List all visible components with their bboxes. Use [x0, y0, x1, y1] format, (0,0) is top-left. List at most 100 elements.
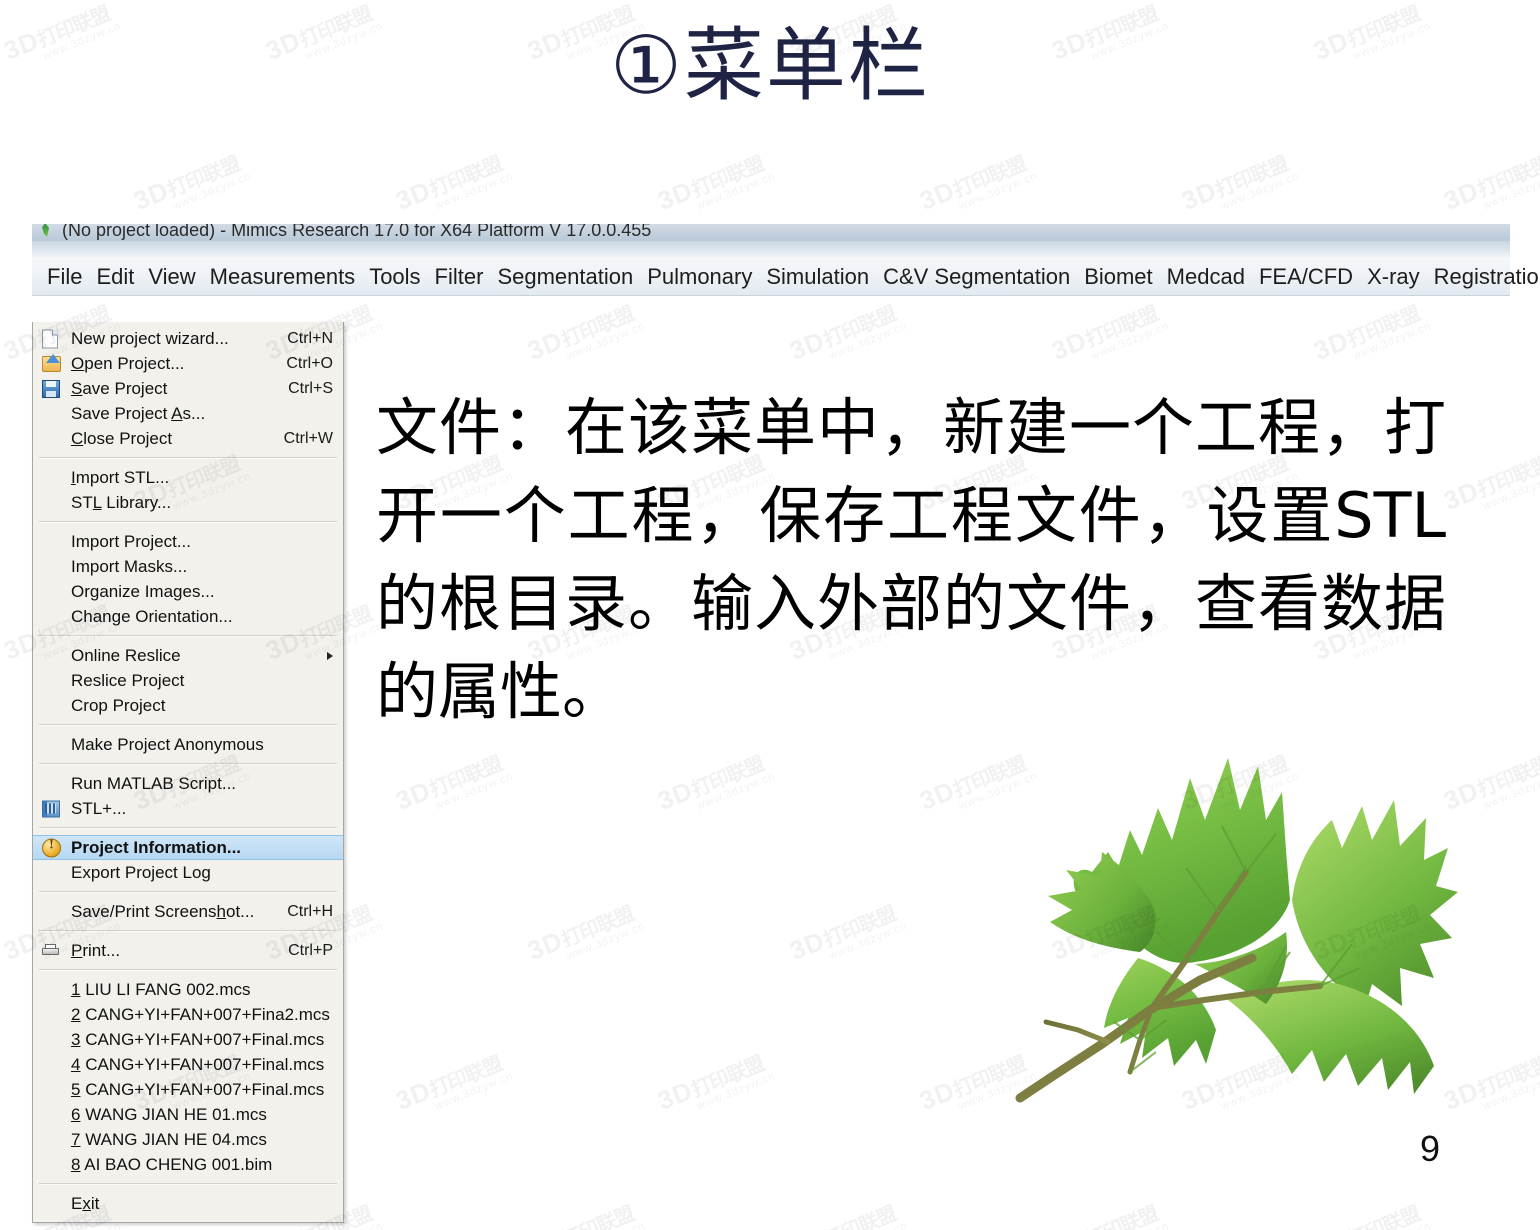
menu-item-new-project-wizard[interactable]: New project wizard... Ctrl+N [33, 326, 343, 351]
watermark-line2: www.3dzyw.cn [1481, 770, 1540, 813]
menu-item-shortcut: Ctrl+H [287, 902, 333, 920]
watermark-line1: 打印联盟 [1474, 153, 1540, 203]
menu-item-3-cang-yi-fan-007-final-mcs[interactable]: 3 CANG+YI+FAN+007+Final.mcs [33, 1027, 343, 1052]
watermark-line2: www.3dzyw.cn [827, 320, 910, 363]
menu-tools[interactable]: Tools [362, 264, 427, 290]
menu-item-run-matlab-script[interactable]: Run MATLAB Script... [33, 771, 343, 796]
menu-separator [39, 635, 337, 637]
menu-item-label: 5 CANG+YI+FAN+007+Final.mcs [71, 1079, 325, 1099]
menu-fea-cfd[interactable]: FEA/CFD [1252, 264, 1360, 290]
menu-separator [39, 763, 337, 765]
menu-bar: File Edit View Measurements Tools Filter Segme… [32, 258, 1540, 296]
menu-item-save-print-screenshot[interactable]: Save/Print Screenshot... Ctrl+H [33, 899, 343, 924]
menu-item-import-masks[interactable]: Import Masks... [33, 554, 343, 579]
menu-item-shortcut: Ctrl+S [288, 379, 333, 397]
watermark-logo: 3D [653, 174, 698, 216]
menu-medcad[interactable]: Medcad [1160, 264, 1252, 290]
menu-item-project-information[interactable]: Project Information... [33, 835, 343, 860]
menu-filter[interactable]: Filter [428, 264, 491, 290]
watermark-logo: 3D [391, 774, 436, 816]
menu-file[interactable]: File [40, 264, 89, 290]
file-menu-dropdown: New project wizard... Ctrl+N Open Project.… [32, 322, 344, 1223]
watermark-line2: www.3dzyw.cn [827, 920, 910, 963]
menu-item-label: Print... [71, 940, 121, 960]
menu-item-stl-library[interactable]: STL Library... [33, 490, 343, 515]
menu-measurements[interactable]: Measurements [203, 264, 363, 290]
menu-item-close-project[interactable]: Close Project Ctrl+W [33, 426, 343, 451]
watermark-logo: 3D [1177, 174, 1222, 216]
page-title: ①菜单栏 [610, 19, 930, 112]
mimics-application-window: (No project loaded) - Mimics Research 17… [32, 224, 1540, 320]
menu-item-5-cang-yi-fan-007-final-mcs[interactable]: 5 CANG+YI+FAN+007+Final.mcs [33, 1077, 343, 1102]
menu-simulation[interactable]: Simulation [759, 264, 876, 290]
watermark-line1: 打印联盟 [1474, 453, 1540, 503]
menu-item-label: Import Project... [71, 531, 191, 551]
menu-item-label: Save/Print Screenshot... [71, 901, 255, 921]
menu-item-reslice-project[interactable]: Reslice Project [33, 668, 343, 693]
menu-view[interactable]: View [141, 264, 202, 290]
watermark-line2: www.3dzyw.cn [1089, 1220, 1172, 1230]
menu-c-v-segmentation[interactable]: C&V Segmentation [876, 264, 1077, 290]
watermark-logo: 3D [915, 174, 960, 216]
watermark-line1: 打印联盟 [558, 903, 638, 953]
menu-item-organize-images[interactable]: Organize Images... [33, 579, 343, 604]
watermark-line1: 打印联盟 [688, 153, 768, 203]
new-document-icon [42, 329, 60, 348]
save-disk-icon [42, 379, 60, 398]
window-title-text: (No project loaded) - Mimics Research 17… [62, 224, 652, 240]
menu-item-7-wang-jian-he-04-mcs[interactable]: 7 WANG JIAN HE 04.mcs [33, 1127, 343, 1152]
menu-item-label: Crop Project [71, 695, 166, 715]
watermark-tile: 3D打印联盟www.3dzyw.cn [915, 146, 1040, 226]
menu-item-change-orientation[interactable]: Change Orientation... [33, 604, 343, 629]
menu-item-online-reslice[interactable]: Online Reslice [33, 643, 343, 668]
menu-item-open-project[interactable]: Open Project... Ctrl+O [33, 351, 343, 376]
menu-item-label: Project Information... [71, 837, 242, 857]
description-text: 文件：在该菜单中，新建一个工程，打开一个工程，保存工程文件，设置STL的根目录。… [376, 391, 1446, 729]
menu-item-import-stl[interactable]: Import STL... [33, 465, 343, 490]
menu-item-crop-project[interactable]: Crop Project [33, 693, 343, 718]
menu-biomet[interactable]: Biomet [1077, 264, 1159, 290]
menu-item-save-project[interactable]: Save Project Ctrl+S [33, 376, 343, 401]
menu-segmentation[interactable]: Segmentation [490, 264, 640, 290]
menu-registration[interactable]: Registration [1427, 264, 1540, 290]
watermark-line1: 打印联盟 [1082, 1203, 1162, 1230]
watermark-line1: 打印联盟 [820, 903, 900, 953]
open-folder-icon [42, 353, 61, 373]
leaf-decoration-image [990, 700, 1460, 1140]
watermark-line2: www.3dzyw.cn [1351, 1220, 1434, 1230]
menu-item-save-project-as[interactable]: Save Project As... [33, 401, 343, 426]
menu-item-print[interactable]: Print... Ctrl+P [33, 938, 343, 963]
menu-item-1-liu-li-fang-002-mcs[interactable]: 1 LIU LI FANG 002.mcs [33, 977, 343, 1002]
menu-item-4-cang-yi-fan-007-final-mcs[interactable]: 4 CANG+YI+FAN+007+Final.mcs [33, 1052, 343, 1077]
window-title-bar: (No project loaded) - Mimics Research 17… [32, 224, 1510, 258]
menu-item-label: Reslice Project [71, 670, 185, 690]
menu-item-2-cang-yi-fan-007-fina2-mcs[interactable]: 2 CANG+YI+FAN+007+Fina2.mcs [33, 1002, 343, 1027]
watermark-line2: www.3dzyw.cn [433, 170, 516, 213]
menu-separator [39, 891, 337, 893]
menu-item-label: Open Project... [71, 353, 185, 373]
menu-item-exit[interactable]: Exit [33, 1191, 343, 1216]
menu-item-import-project[interactable]: Import Project... [33, 529, 343, 554]
menu-item-8-ai-bao-cheng-001-bim[interactable]: 8 AI BAO CHENG 001.bim [33, 1152, 343, 1177]
menu-item-label: Import STL... [71, 467, 170, 487]
watermark-tile: 3D打印联盟www.3dzyw.cn [1439, 146, 1540, 226]
menu-item-6-wang-jian-he-01-mcs[interactable]: 6 WANG JIAN HE 01.mcs [33, 1102, 343, 1127]
menu-edit[interactable]: Edit [89, 264, 141, 290]
menu-item-make-project-anonymous[interactable]: Make Project Anonymous [33, 732, 343, 757]
menu-item-label: Save Project As... [71, 403, 206, 423]
menu-item-label: STL+... [71, 798, 127, 818]
menu-item-stl[interactable]: STL+... [33, 796, 343, 821]
watermark-line2: www.3dzyw.cn [1219, 170, 1302, 213]
watermark-line2: www.3dzyw.cn [433, 770, 516, 813]
menu-item-shortcut: Ctrl+N [287, 329, 333, 347]
menu-item-label: Close Project [71, 428, 173, 448]
menu-item-export-project-log[interactable]: Export Project Log [33, 860, 343, 885]
watermark-line2: www.3dzyw.cn [1481, 470, 1540, 513]
watermark-line2: www.3dzyw.cn [171, 170, 254, 213]
menu-pulmonary[interactable]: Pulmonary [640, 264, 759, 290]
menu-x-ray[interactable]: X-ray [1360, 264, 1427, 290]
watermark-line1: 打印联盟 [426, 753, 506, 803]
watermark-line1: 打印联盟 [688, 1053, 768, 1103]
menu-item-label: Exit [71, 1193, 100, 1213]
menu-item-label: 2 CANG+YI+FAN+007+Fina2.mcs [71, 1004, 330, 1024]
